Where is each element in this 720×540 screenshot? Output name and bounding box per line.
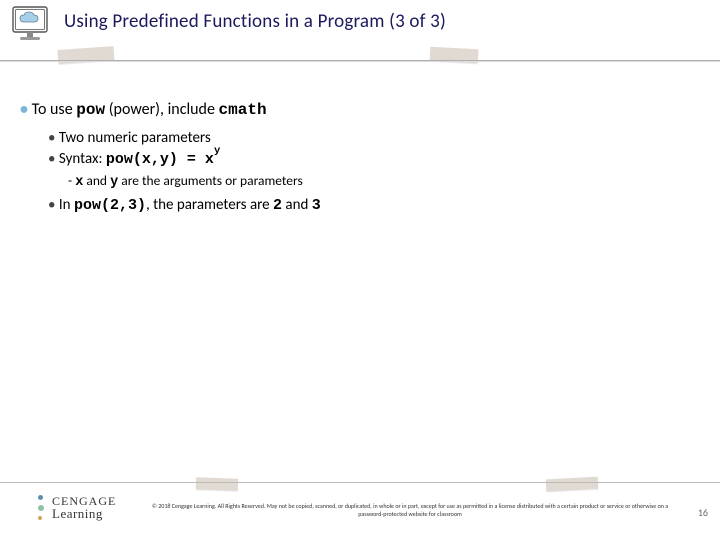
code-pow23: pow(2,3) [74,197,146,214]
logo-dots-icon [38,492,46,522]
monitor-cloud-icon [10,4,50,44]
divider-line [0,60,720,62]
sup-y: y [214,145,220,157]
code-cmath: cmath [219,101,267,119]
logo-text-learning: Learning [52,507,116,520]
footer: CENGAGE Learning © 2018 Cengage Learning… [0,482,720,540]
text: (power), include [105,100,218,119]
text: In [59,196,74,214]
text: Two numeric parameters [59,129,211,147]
bullet-level2: In pow(2,3), the parameters are 2 and 3 [48,196,700,214]
copyright-text: © 2018 Cengage Learning. All Rights Rese… [150,502,670,518]
bullet-level2-list: In pow(2,3), the parameters are 2 and 3 [48,196,700,214]
text: are the arguments or parameters [118,172,303,189]
bullet-level3: - x and y are the arguments or parameter… [68,172,700,190]
bullet-level1: To use pow (power), include cmath [20,100,700,119]
slide-title: Using Predefined Functions in a Program … [64,10,704,33]
code-y: y [110,175,118,190]
logo-text-cengage: CENGAGE [52,495,116,507]
divider-line [0,482,720,483]
text: and [282,196,312,214]
code-powxy: pow(x,y) = xy [106,151,220,168]
text: Syntax: [59,150,106,168]
cengage-logo: CENGAGE Learning [38,492,116,522]
page-number: 16 [698,506,708,519]
code-2: 2 [273,197,282,214]
bullet-level2: Syntax: pow(x,y) = xy [48,149,700,168]
content-area: To use pow (power), include cmath Two nu… [20,100,700,216]
bullet-level2: Two numeric parameters [48,129,700,147]
text: , the parameters are [146,196,273,214]
text: and [83,172,110,189]
text: pow(x,y) = x [106,151,214,168]
code-3: 3 [312,197,321,214]
code-pow: pow [76,101,105,119]
bullet-level2-list: Two numeric parameters Syntax: pow(x,y) … [48,129,700,168]
text: To use [32,100,77,119]
